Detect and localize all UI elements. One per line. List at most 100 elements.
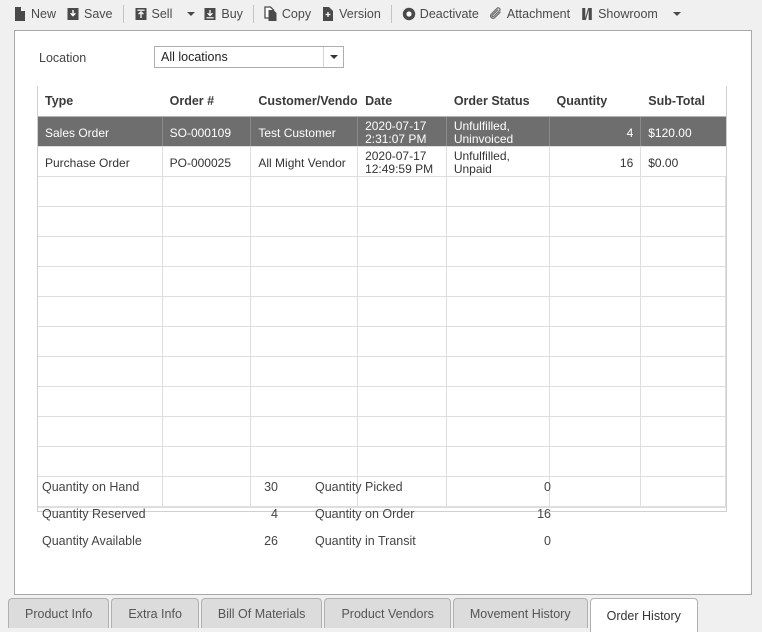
table-cell-type: Sales Order — [38, 117, 163, 146]
table-row-empty[interactable] — [38, 237, 727, 267]
chevron-down-icon[interactable] — [663, 3, 684, 25]
table-cell-empty — [163, 267, 252, 296]
tab-product-info[interactable]: Product Info — [8, 598, 110, 628]
summary-value: 26 — [264, 533, 278, 548]
table-cell-order-status: Unfulfilled, Unpaid — [447, 147, 550, 176]
table-cell-empty — [251, 237, 359, 266]
table-cell-empty — [550, 267, 642, 296]
toolbar-button-version[interactable]: Version — [316, 3, 386, 25]
toolbar-separator — [390, 4, 392, 23]
table-row[interactable]: Purchase Order PO-000025 All Might Vendor 2… — [38, 147, 726, 177]
table-cell-empty — [38, 267, 163, 296]
toolbar-button-label: Sell — [151, 6, 173, 21]
tab-product-vendors[interactable]: Product Vendors — [324, 598, 451, 628]
location-label: Location — [39, 51, 87, 65]
summary-label: Quantity Picked — [315, 479, 403, 494]
table-cell-empty — [447, 207, 550, 236]
tab-bill-of-materials[interactable]: Bill Of Materials — [200, 598, 323, 628]
toolbar-button-sell[interactable]: Sell — [129, 3, 178, 25]
toolbar-button-buy[interactable]: Buy — [198, 3, 248, 25]
table-cell-customer-vendor: All Might Vendor — [251, 147, 359, 176]
grid-header-row: Type Order # Customer/Vendor Date Order Stat… — [38, 86, 726, 117]
table-cell-empty — [641, 297, 727, 326]
table-cell-empty — [641, 417, 727, 446]
grid-column-header[interactable]: Order # — [163, 86, 252, 116]
toolbar-button-showroom[interactable]: Showroom — [575, 3, 663, 25]
table-cell-empty — [163, 327, 252, 356]
grid-column-header[interactable]: Date — [358, 86, 447, 116]
table-cell-empty — [358, 237, 447, 266]
table-cell-type: Purchase Order — [38, 147, 163, 176]
toolbar-button-deactivate[interactable]: Deactivate — [397, 3, 484, 25]
summary-label: Quantity Reserved — [42, 506, 146, 521]
toolbar-separator — [252, 4, 254, 23]
table-cell-empty — [163, 357, 252, 386]
table-row-empty[interactable] — [38, 297, 727, 327]
chevron-down-icon[interactable] — [177, 3, 198, 25]
table-cell-empty — [358, 447, 447, 476]
table-row-empty[interactable] — [38, 177, 727, 207]
table-cell-empty — [550, 387, 642, 416]
chevron-down-icon[interactable] — [323, 47, 343, 67]
toolbar-button-new[interactable]: New — [8, 3, 61, 25]
table-cell-empty — [163, 387, 252, 416]
table-row[interactable]: Sales Order SO-000109 Test Customer 2020-07… — [38, 117, 726, 147]
table-cell-empty — [550, 177, 642, 206]
table-cell-quantity: 4 — [550, 117, 642, 146]
summary-label: Quantity in Transit — [315, 533, 416, 548]
table-cell-empty — [550, 207, 642, 236]
table-cell-empty — [38, 237, 163, 266]
table-row-empty[interactable] — [38, 417, 727, 447]
table-cell-empty — [251, 327, 359, 356]
table-cell-empty — [38, 417, 163, 446]
order-history-grid[interactable]: Type Order # Customer/Vendor Date Order Stat… — [37, 86, 727, 512]
table-cell-empty — [550, 357, 642, 386]
toolbar-button-copy[interactable]: Copy — [259, 3, 316, 25]
table-cell-empty — [251, 177, 359, 206]
table-cell-empty — [641, 387, 727, 416]
table-cell-empty — [38, 207, 163, 236]
location-dropdown[interactable]: All locations — [154, 46, 344, 68]
table-row-empty[interactable] — [38, 267, 727, 297]
table-cell-order-status: Unfulfilled, Uninvoiced — [447, 117, 550, 146]
grid-column-header[interactable]: Order Status — [447, 86, 550, 116]
table-cell-empty — [358, 357, 447, 386]
table-cell-empty — [163, 207, 252, 236]
table-row-empty[interactable] — [38, 387, 727, 417]
grid-column-header[interactable]: Type — [38, 86, 163, 116]
table-cell-empty — [447, 417, 550, 446]
table-row-empty[interactable] — [38, 207, 727, 237]
table-cell-empty — [38, 447, 163, 476]
grid-column-header[interactable]: Sub-Total — [641, 86, 726, 116]
table-cell-empty — [251, 357, 359, 386]
table-cell-empty — [38, 327, 163, 356]
tab-extra-info[interactable]: Extra Info — [111, 598, 199, 628]
table-cell-date: 2020-07-17 2:31:07 PM — [358, 117, 447, 146]
toolbar-button-label: Showroom — [598, 6, 658, 21]
tab-bar[interactable]: Product Info Extra Info Bill Of Materials P… — [0, 598, 762, 632]
grid-column-header[interactable]: Customer/Vendor — [251, 86, 358, 116]
table-row-empty[interactable] — [38, 357, 727, 387]
table-cell-empty — [641, 477, 727, 506]
grid-column-header[interactable]: Quantity — [550, 86, 642, 116]
buy-arrow-down-icon — [203, 6, 217, 22]
grid-body[interactable]: Sales Order SO-000109 Test Customer 2020-07… — [38, 117, 727, 507]
tab-movement-history[interactable]: Movement History — [452, 598, 588, 628]
summary-value: 16 — [537, 506, 551, 521]
table-cell-empty — [163, 447, 252, 476]
table-cell-empty — [163, 177, 252, 206]
table-cell-empty — [251, 417, 359, 446]
summary-row: Quantity Available 26 Quantity in Transit 0 — [37, 527, 577, 554]
toolbar-button-save[interactable]: Save — [61, 3, 118, 25]
table-cell-empty — [251, 447, 359, 476]
toolbar-button-attachment[interactable]: Attachment — [484, 3, 575, 25]
toolbar-button-label: Deactivate — [419, 6, 479, 21]
tab-order-history[interactable]: Order History — [589, 598, 698, 632]
table-cell-empty — [641, 357, 727, 386]
table-cell-empty — [38, 357, 163, 386]
summary-value: 30 — [264, 479, 278, 494]
table-cell-empty — [163, 297, 252, 326]
table-row-empty[interactable] — [38, 327, 727, 357]
order-history-panel: Location All locations Type Order # Custom… — [14, 30, 752, 595]
toolbar-button-label: Version — [339, 6, 381, 21]
